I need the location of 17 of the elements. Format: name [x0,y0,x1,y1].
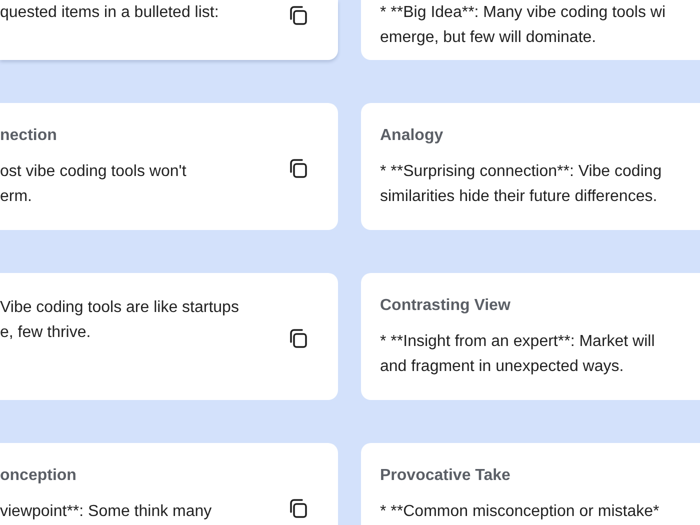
card-title: onception [0,466,78,486]
copy-icon[interactable] [288,329,307,348]
card-title: Provocative Take [380,466,512,486]
card-text: * **Common misconception or mistake* [380,502,660,522]
card-title: nection [0,126,58,146]
card-text: viewpoint**: Some think many [0,502,213,522]
card-title: Contrasting View [380,296,512,316]
card-text: * **Insight from an expert**: Market will and fragment in unexpected ways. [380,332,656,377]
copy-icon[interactable] [288,499,307,518]
card-text: * **Big Idea**: Many vibe coding tools wi emerge, but few will dominate. [380,3,666,48]
card-text: * **Surprising connection**: Vibe coding similarities hide their future differences. [380,162,663,207]
copy-icon[interactable] [288,159,307,178]
card-text: quested items in a bulleted list: [0,3,220,23]
card-text: Vibe coding tools are like startups e, few thrive. [0,298,240,343]
card-text: ost vibe coding tools won't erm. [0,162,188,207]
copy-icon[interactable] [288,6,307,25]
card-title: Analogy [380,126,444,146]
